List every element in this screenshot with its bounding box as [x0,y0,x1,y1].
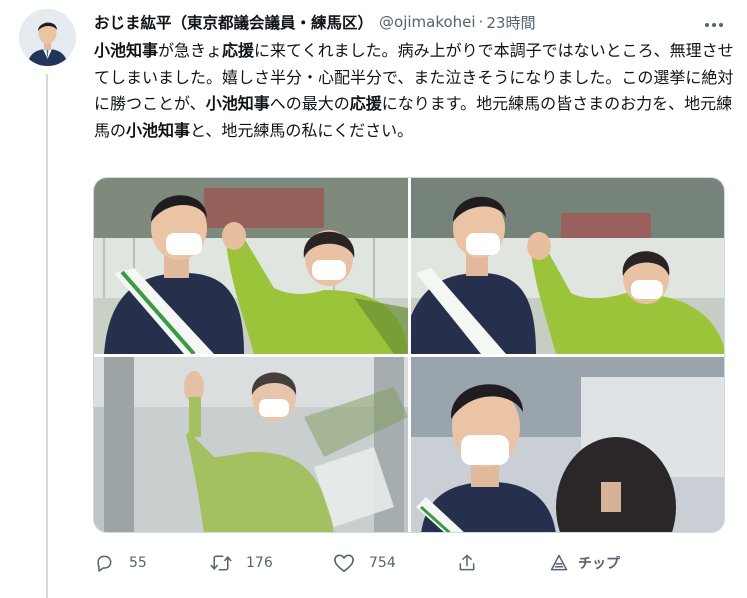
like-count: 754 [369,555,396,571]
like-button[interactable]: 754 [333,548,396,578]
photo-2[interactable] [411,178,724,354]
retweet-count: 176 [246,555,273,571]
text-segment: への最大の [269,94,350,113]
tweet: おじま紘平（東京都議会議員・練馬区） @ojimakohei · 23時間 小池… [0,0,747,598]
bold-keyword: 小池知事 [205,94,270,113]
retweet-icon [210,552,232,574]
bold-keyword: 応援 [222,41,255,60]
more-options-button[interactable] [703,11,725,33]
text-segment: と、地元練馬の私にください。 [190,120,414,140]
share-button[interactable] [456,548,478,578]
photo-4[interactable] [411,357,724,532]
avatar[interactable] [19,9,76,66]
display-name[interactable]: おじま紘平（東京都議会議員・練馬区） [94,11,373,33]
text-segment: が急きょ [158,41,223,60]
bold-keyword: 小池知事 [126,120,191,140]
bold-keyword: 応援 [349,94,382,113]
separator-dot: · [478,13,484,31]
reply-button[interactable]: 55 [93,548,147,578]
share-icon [456,552,478,574]
tip-icon [548,552,570,574]
tweet-header: おじま紘平（東京都議会議員・練馬区） @ojimakohei · 23時間 [94,11,725,33]
heart-icon [333,552,355,574]
hashtag-like-keyword: 小池知事 [94,41,159,60]
more-dots-icon [704,13,724,32]
photo-1[interactable] [94,178,408,354]
photo-3[interactable] [94,357,408,532]
photo-grid [93,177,725,533]
thread-line [46,74,48,598]
reply-count: 55 [129,555,147,571]
retweet-button[interactable]: 176 [210,548,273,578]
reply-icon [93,552,115,574]
user-handle[interactable]: @ojimakohei [379,13,476,31]
action-bar: 55 176 754 チップ [93,548,653,578]
tip-button[interactable]: チップ [548,548,620,578]
tweet-text: 小池知事が急きょ応援に来てくれました。病み上がりで本調子ではないところ、無理させ… [94,38,734,144]
timestamp[interactable]: 23時間 [486,12,535,33]
tip-label: チップ [578,556,620,572]
